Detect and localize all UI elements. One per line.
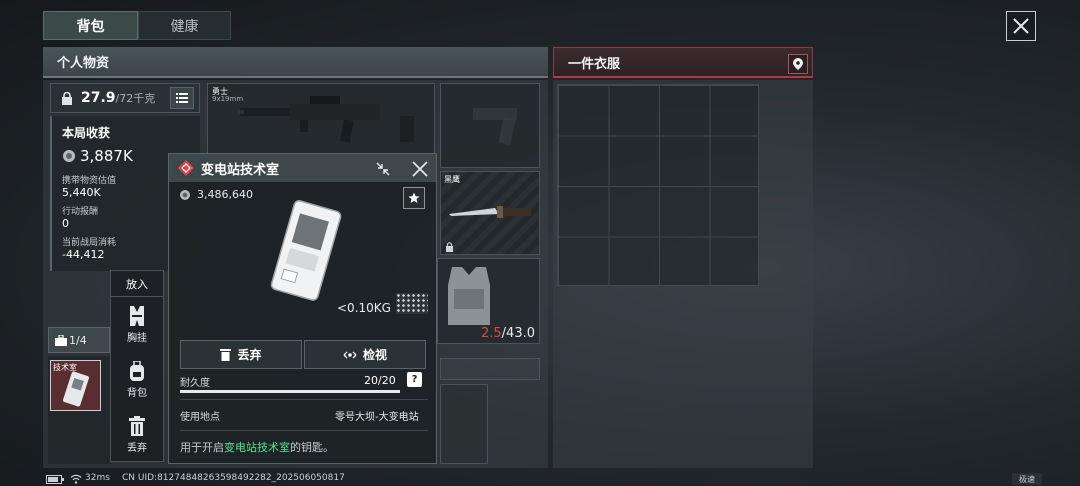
armor-durability-max: /43.0 [501,326,535,341]
divider [180,399,428,400]
discard-button[interactable]: 丢弃 [180,340,302,369]
trash-icon [220,349,232,361]
location-label: 使用地点 [180,412,220,423]
clothes-grid[interactable] [557,84,759,286]
personal-panel-header: 个人物资 [43,47,548,78]
armor-vest-icon [448,267,490,325]
close-button[interactable] [1006,11,1036,41]
uid-text: CN UID:812748482635984922​82_2025060508​… [122,473,345,483]
battery-icon [46,475,64,484]
coin-icon [180,189,190,200]
durability-value: 20/20 [364,374,396,387]
tab-health[interactable]: 健康 [138,11,231,40]
weight-current: 27.9 [81,90,116,106]
pistol-icon [473,108,517,145]
item-price: 3,486,640 [197,188,253,201]
durability-help-button[interactable]: ? [407,372,422,387]
backpack-icon [130,360,144,381]
list-view-button[interactable] [170,87,194,109]
pistol-slot[interactable] [440,83,540,168]
popup-header: 变电站技术室 [169,154,436,182]
item-description: 用于开启变电站技术室的钥匙。 [180,439,334,455]
wifi-icon [70,474,82,484]
desc-prefix: 用于开启 [180,441,224,454]
item-weight: <0.10KG [337,301,391,315]
item-price-row: 3,486,640 [179,188,253,201]
popup-title: 变电站技术室 [201,162,280,178]
inspect-button[interactable]: 检视 [304,340,426,369]
keycard-large-icon [270,200,342,301]
put-in-menu: 放入 胸挂 背包 丢弃 [110,270,164,462]
tab-backpack[interactable]: 背包 [43,11,138,40]
put-in-title: 放入 [111,271,163,297]
collapse-button[interactable] [372,158,394,180]
keycase-count: 1/4 [69,333,87,347]
item-size-grid-icon [396,293,428,314]
list-icon [176,93,188,103]
location-value: 零号大坝-大变电站 [335,412,419,423]
armor-durability-current: 2.5 [480,326,502,341]
ping-value: 32ms [85,473,110,483]
location-pin-icon [793,58,803,70]
stats-title: 本局收获 [62,126,111,140]
container-grid-faded [440,384,488,464]
inspect-label: 检视 [362,348,387,362]
melee-slot[interactable]: 黑鹰 [440,171,540,255]
item-detail-popup: 变电站技术室 3,486,640 <0.10KG 丢弃 检视 耐久度 20/20… [168,153,437,464]
chest-rig-icon [130,305,144,326]
armor-durability: 2.5/43.0 [481,326,535,341]
harvest-value: 3,887K [80,147,133,165]
clothes-panel-title: 一件衣服 [568,56,621,72]
rifle-icon [238,96,420,143]
put-in-chest-rig-button[interactable]: 胸挂 [111,297,163,352]
star-icon [408,192,420,203]
keycard-icon [63,371,89,407]
item-rarity-diamond-icon [178,160,194,176]
close-icon [412,161,428,177]
status-bar: 32ms CN UID:812748482635984922​82_202506… [0,470,1080,486]
close-icon [1013,18,1029,34]
put-in-backpack-button[interactable]: 背包 [111,352,163,407]
speed-mode-button[interactable]: 极速 [1012,473,1042,485]
briefcase-icon [55,335,67,346]
desc-suffix: 的钥匙。 [290,441,334,454]
clothes-location-button[interactable] [788,54,808,74]
armor-slot[interactable]: 2.5/43.0 [437,258,540,344]
discard-label: 丢弃 [237,348,262,362]
durability-bar-track [180,390,400,393]
discard-menu-label: 丢弃 [127,442,147,454]
clothes-panel-header: 一件衣服 [553,47,813,78]
keycase-item-substation-key[interactable]: 技术室 [50,360,101,411]
container-header-faded [440,358,540,380]
favorite-button[interactable] [403,187,425,209]
collapse-arrows-icon [376,162,390,176]
keycase-header[interactable]: 1/4 [48,327,110,353]
knife-label: 黑鹰 [444,175,460,184]
durability-bar-fill [180,390,400,393]
personal-panel-title: 个人物资 [57,56,110,71]
discard-menu-button[interactable]: 丢弃 [111,407,163,462]
desc-highlight: 变电站技术室 [224,441,290,454]
weight-max: /72千克 [115,92,156,105]
lock-icon [62,91,72,105]
chest-rig-label: 胸挂 [127,332,147,344]
knife-icon [449,206,531,218]
lock-small-icon [446,242,453,252]
durability-label: 耐久度 [180,378,210,389]
divider [180,430,428,431]
inspect-eye-icon [343,351,357,358]
coin-icon [63,150,75,162]
popup-close-button[interactable] [409,158,431,180]
backpack-label: 背包 [127,387,147,399]
trash-icon [129,415,145,436]
